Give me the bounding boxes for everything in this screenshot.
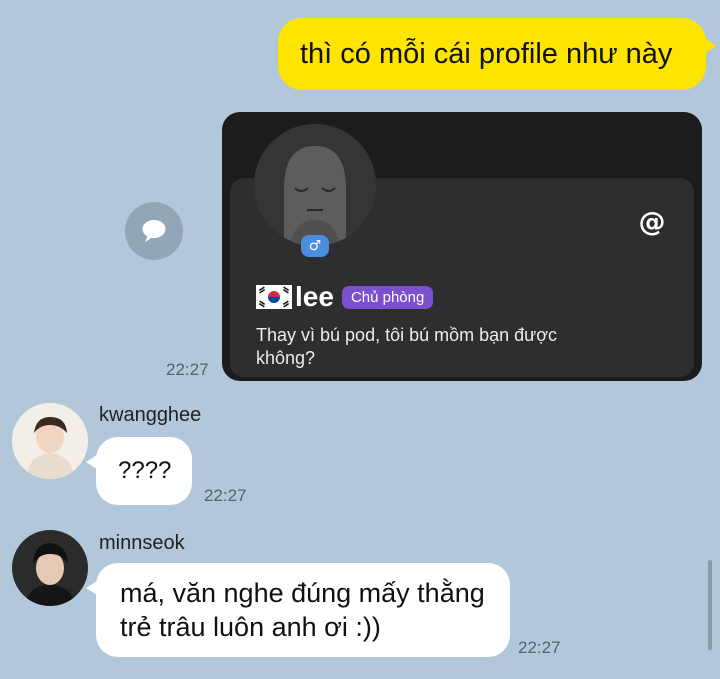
incoming-message-text: ???? xyxy=(118,457,172,484)
at-mention-icon[interactable]: @ xyxy=(638,209,666,237)
share-chat-bubble-icon xyxy=(142,220,166,242)
avatar-minnseok[interactable] xyxy=(12,530,88,606)
avatar-photo-icon xyxy=(12,403,88,479)
south-korea-flag-icon xyxy=(256,285,292,309)
message-timestamp: 22:27 xyxy=(518,638,561,657)
profile-name: lee xyxy=(295,281,334,312)
profile-avatar[interactable] xyxy=(254,124,376,246)
sender-name: minnseok xyxy=(99,532,185,554)
share-button[interactable] xyxy=(125,202,183,260)
profile-name-row: lee Chủ phòng xyxy=(256,281,434,312)
incoming-message-text: má, văn nghe đúng mấy thằng trẻ trâu luô… xyxy=(120,578,485,642)
bubble-tail xyxy=(702,36,716,56)
male-gender-icon: ♂ xyxy=(301,235,329,257)
outgoing-message-text: thì có mỗi cái profile như này xyxy=(300,37,673,70)
outgoing-message-bubble[interactable]: thì có mỗi cái profile như này xyxy=(278,18,716,90)
avatar-photo-icon xyxy=(12,530,88,606)
scrollbar[interactable] xyxy=(708,560,712,650)
incoming-message-bubble[interactable]: ???? xyxy=(86,437,192,505)
avatar-kwangghee[interactable] xyxy=(12,403,88,479)
profile-card[interactable]: ♂ @ lee Chủ phòng Thay vì bú pod, tôi bú… xyxy=(222,112,702,381)
room-owner-badge: Chủ phòng xyxy=(341,285,434,309)
incoming-message-bubble[interactable]: má, văn nghe đúng mấy thằng trẻ trâu luô… xyxy=(86,563,510,657)
bubble-tail xyxy=(86,579,100,597)
avatar-face-icon xyxy=(254,124,376,246)
profile-status-message: Thay vì bú pod, tôi bú mồm bạn được khôn… xyxy=(256,325,558,368)
message-timestamp: 22:27 xyxy=(166,360,209,379)
message-timestamp: 22:27 xyxy=(204,486,247,505)
bubble-tail xyxy=(86,453,100,471)
sender-name: kwangghee xyxy=(99,404,202,426)
